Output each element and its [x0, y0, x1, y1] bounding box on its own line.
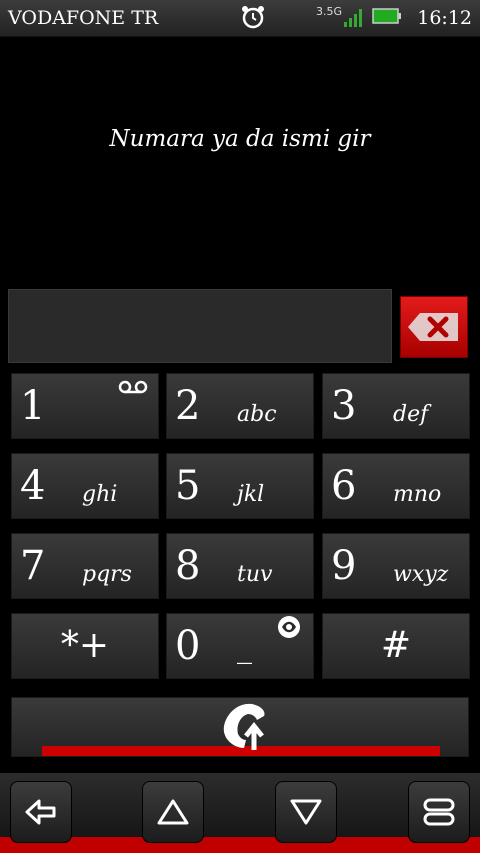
key-digit: 2: [175, 383, 201, 429]
key-digit: 0: [175, 623, 201, 669]
key-6[interactable]: 6 mno: [322, 453, 470, 519]
key-letters: tuv: [237, 562, 273, 587]
phone-call-icon: [223, 703, 265, 750]
key-7[interactable]: 7 pqrs: [11, 533, 159, 599]
battery-icon: [372, 8, 401, 24]
dial-prompt: Numara ya da ismi gir: [109, 126, 371, 152]
key-digit: 7: [20, 543, 46, 589]
back-button[interactable]: [10, 781, 72, 843]
call-button[interactable]: [11, 697, 469, 757]
globe-icon: [278, 616, 300, 638]
key-letters: mno: [393, 482, 442, 507]
key-letters: def: [393, 402, 429, 427]
navigation-bar: [0, 773, 480, 853]
key-digit: 1: [20, 383, 46, 429]
key-1[interactable]: 1: [11, 373, 159, 439]
key-letters: pqrs: [82, 562, 132, 587]
key-5[interactable]: 5 jkl: [166, 453, 314, 519]
scroll-down-button[interactable]: [275, 781, 337, 843]
backspace-button[interactable]: [400, 296, 468, 358]
status-bar: VODAFONE TR 3.5G 16:12: [0, 0, 480, 37]
key-digit: 8: [175, 543, 201, 589]
clock: 16:12: [417, 7, 472, 29]
back-arrow-icon: [25, 799, 56, 825]
signal-icon: [344, 9, 362, 27]
down-triangle-icon: [290, 799, 322, 825]
key-0[interactable]: 0 _: [166, 613, 314, 679]
key-digit: 4: [20, 463, 46, 509]
alarm-clock-icon: [242, 6, 264, 29]
key-digit: 9: [331, 543, 357, 589]
key-letters: wxyz: [393, 562, 449, 587]
key-letters: ghi: [82, 482, 118, 507]
key-letters: jkl: [237, 482, 265, 507]
key-digit: #: [380, 625, 412, 666]
key-star[interactable]: *+: [11, 613, 159, 679]
key-digit: 3: [331, 383, 357, 429]
key-hash[interactable]: #: [322, 613, 470, 679]
key-3[interactable]: 3 def: [322, 373, 470, 439]
key-4[interactable]: 4 ghi: [11, 453, 159, 519]
key-letters: _: [237, 630, 252, 665]
number-input[interactable]: [8, 289, 392, 363]
voicemail-icon: [118, 380, 148, 394]
menu-icon: [423, 798, 455, 826]
nav-accent-bar: [0, 837, 480, 853]
carrier-name: VODAFONE TR: [8, 7, 159, 29]
backspace-icon: [408, 313, 458, 341]
network-type: 3.5G: [316, 5, 343, 18]
key-2[interactable]: 2 abc: [166, 373, 314, 439]
scroll-up-button[interactable]: [142, 781, 204, 843]
key-9[interactable]: 9 wxyz: [322, 533, 470, 599]
menu-button[interactable]: [408, 781, 470, 843]
key-8[interactable]: 8 tuv: [166, 533, 314, 599]
key-digit: 6: [331, 463, 357, 509]
key-digit: *+: [60, 625, 110, 666]
key-digit: 5: [175, 463, 201, 509]
key-letters: abc: [237, 402, 277, 427]
up-triangle-icon: [157, 799, 189, 825]
